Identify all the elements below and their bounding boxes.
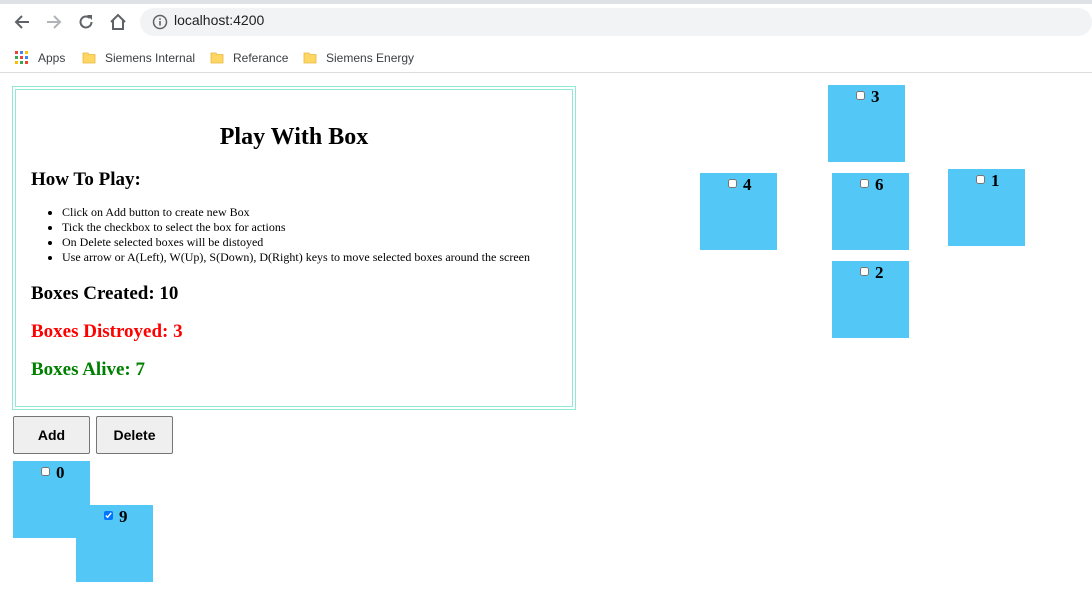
box-2[interactable]: 2 (832, 261, 909, 338)
page-title: Play With Box (219, 124, 369, 150)
boxes-created-stat: Boxes Created: 10 (31, 283, 179, 304)
box-number: 4 (743, 175, 752, 194)
box-number: 6 (875, 175, 884, 194)
box-6[interactable]: 6 (832, 173, 909, 250)
instructions-panel: Play With Box How To Play: Click on Add … (12, 86, 576, 410)
tab-strip (0, 0, 1092, 4)
address-bar[interactable] (140, 8, 1092, 36)
box-number: 2 (875, 263, 884, 282)
box-select-checkbox[interactable] (860, 267, 869, 276)
delete-button[interactable]: Delete (96, 416, 173, 454)
browser-toolbar: localhost:4200 (0, 0, 1092, 44)
box-9[interactable]: 9 (76, 505, 153, 582)
box-number: 0 (56, 463, 65, 482)
forward-icon[interactable] (42, 10, 66, 34)
box-1[interactable]: 1 (948, 169, 1025, 246)
bookmark-siemens-internal[interactable]: Siemens Internal (82, 44, 195, 72)
folder-icon (82, 52, 96, 64)
bookmark-referance[interactable]: Referance (210, 44, 288, 72)
rule-item: Tick the checkbox to select the box for … (62, 220, 530, 235)
folder-icon (210, 52, 224, 64)
box-select-checkbox[interactable] (728, 179, 737, 188)
reload-icon[interactable] (74, 10, 98, 34)
box-select-checkbox[interactable] (41, 467, 50, 476)
boxes-alive-stat: Boxes Alive: 7 (31, 359, 145, 380)
apps-grid-icon (15, 51, 28, 64)
bookmarks-bar: Apps Siemens Internal Referance Siemens … (0, 44, 1092, 73)
bookmark-siemens-energy[interactable]: Siemens Energy (303, 44, 414, 72)
bookmark-label: Siemens Internal (105, 51, 196, 65)
box-number: 9 (119, 507, 128, 526)
box-3[interactable]: 3 (828, 85, 905, 162)
rules-list: Click on Add button to create new Box Ti… (32, 205, 530, 265)
rule-item: On Delete selected boxes will be distoye… (62, 235, 530, 250)
url-text: localhost:4200 (174, 12, 265, 28)
bookmark-label: Apps (38, 51, 66, 65)
back-icon[interactable] (10, 10, 34, 34)
box-select-checkbox[interactable] (104, 511, 113, 520)
box-select-checkbox[interactable] (856, 91, 865, 100)
rule-item: Click on Add button to create new Box (62, 205, 530, 220)
box-number: 3 (871, 87, 880, 106)
box-select-checkbox[interactable] (976, 175, 985, 184)
how-to-play-heading: How To Play: (31, 169, 141, 190)
instructions-panel-inner: Play With Box How To Play: Click on Add … (15, 89, 573, 407)
box-select-checkbox[interactable] (860, 179, 869, 188)
bookmark-label: Referance (233, 51, 289, 65)
bookmark-label: Siemens Energy (326, 51, 415, 65)
home-icon[interactable] (106, 10, 130, 34)
site-info-icon[interactable] (151, 13, 169, 31)
rule-item: Use arrow or A(Left), W(Up), S(Down), D(… (62, 250, 530, 265)
add-button[interactable]: Add (13, 416, 90, 454)
box-number: 1 (991, 171, 1000, 190)
folder-icon (303, 52, 317, 64)
box-4[interactable]: 4 (700, 173, 777, 250)
bookmark-apps[interactable]: Apps (15, 44, 65, 72)
boxes-destroyed-stat: Boxes Distroyed: 3 (31, 321, 183, 342)
